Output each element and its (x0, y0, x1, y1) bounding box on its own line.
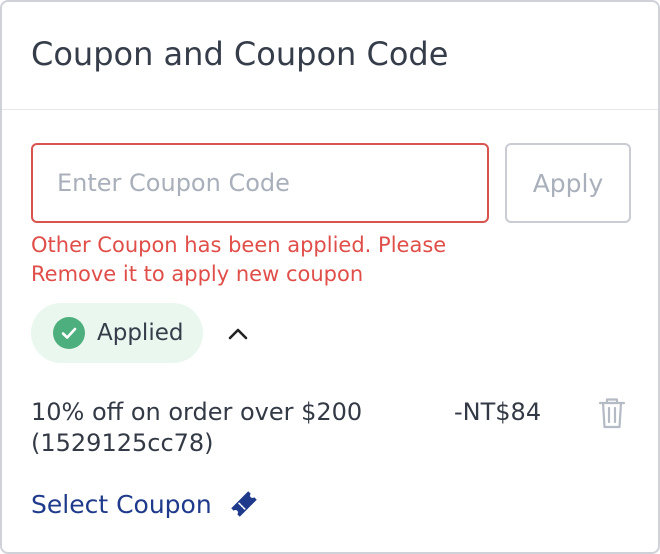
ticket-icon[interactable] (228, 488, 260, 520)
apply-button[interactable]: Apply (505, 143, 631, 223)
applied-coupon-description: 10% off on order over $200 (1529125cc78) (31, 398, 363, 457)
chevron-up-icon[interactable] (224, 320, 252, 348)
coupon-panel: Coupon and Coupon Code Apply Other Coupo… (0, 0, 660, 554)
trash-icon[interactable] (596, 395, 628, 431)
panel-title: Coupon and Coupon Code (31, 35, 449, 73)
coupon-error-message: Other Coupon has been applied. Please Re… (31, 233, 447, 286)
applied-coupon-discount: -NT$84 (454, 398, 542, 426)
panel-header: Coupon and Coupon Code (2, 2, 658, 110)
coupon-code-input[interactable] (31, 143, 489, 223)
applied-status-label: Applied (97, 320, 184, 346)
check-circle-icon (53, 317, 85, 349)
select-coupon-link[interactable]: Select Coupon (31, 488, 212, 522)
applied-status-toggle[interactable]: Applied (31, 303, 203, 363)
